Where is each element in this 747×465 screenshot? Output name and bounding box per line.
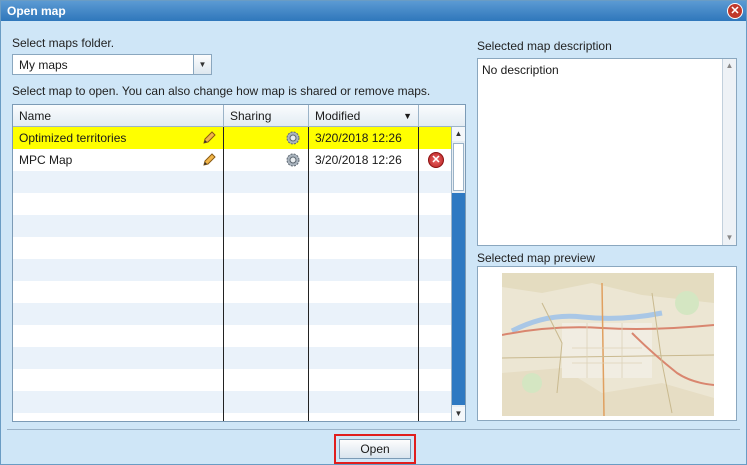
column-name[interactable]: Name bbox=[13, 105, 224, 127]
map-name: Optimized territories bbox=[19, 131, 127, 145]
edit-pencil-icon[interactable] bbox=[201, 130, 217, 146]
empty-row bbox=[13, 391, 451, 413]
description-label: Selected map description bbox=[477, 39, 612, 53]
scroll-down-icon[interactable]: ▼ bbox=[452, 407, 465, 421]
column-sharing-label: Sharing bbox=[230, 109, 272, 123]
empty-row bbox=[13, 303, 451, 325]
table-row[interactable]: MPC Map 3/20/2018 12:26 ✕ bbox=[13, 149, 451, 171]
empty-row bbox=[13, 237, 451, 259]
map-modified: 3/20/2018 12:26 bbox=[315, 131, 402, 145]
column-divider bbox=[223, 127, 224, 421]
edit-pencil-icon[interactable] bbox=[201, 152, 217, 168]
column-divider bbox=[308, 127, 309, 421]
folder-label: Select maps folder. bbox=[12, 36, 115, 50]
open-button[interactable]: Open bbox=[339, 439, 411, 459]
window-title: Open map bbox=[7, 4, 66, 18]
title-bar: Open map ✕ bbox=[1, 1, 746, 21]
column-divider bbox=[418, 127, 419, 421]
table-body: Optimized territories 3/20/2018 12:26 MP… bbox=[13, 127, 451, 421]
scroll-thumb[interactable] bbox=[453, 143, 464, 191]
column-sharing[interactable]: Sharing bbox=[224, 105, 309, 127]
maps-folder-value: My maps bbox=[19, 58, 68, 72]
map-preview-image bbox=[502, 273, 714, 416]
open-map-dialog: Open map ✕ Select maps folder. My maps ▼… bbox=[0, 0, 747, 465]
empty-row bbox=[13, 347, 451, 369]
column-actions bbox=[419, 105, 465, 127]
empty-row bbox=[13, 325, 451, 347]
table-row[interactable]: Optimized territories 3/20/2018 12:26 bbox=[13, 127, 451, 149]
empty-row bbox=[13, 281, 451, 303]
close-icon[interactable]: ✕ bbox=[727, 3, 743, 19]
scroll-up-icon[interactable]: ▲ bbox=[723, 59, 736, 73]
empty-row bbox=[13, 171, 451, 193]
scroll-down-icon[interactable]: ▼ bbox=[723, 231, 736, 245]
empty-row bbox=[13, 369, 451, 391]
instructions-text: Select map to open. You can also change … bbox=[12, 84, 431, 98]
empty-row bbox=[13, 193, 451, 215]
empty-row bbox=[13, 215, 451, 237]
map-modified: 3/20/2018 12:26 bbox=[315, 153, 402, 167]
maps-folder-select[interactable]: My maps ▼ bbox=[12, 54, 212, 75]
scroll-up-icon[interactable]: ▲ bbox=[452, 127, 465, 141]
preview-label: Selected map preview bbox=[477, 251, 596, 265]
map-preview-panel bbox=[477, 266, 737, 421]
description-textarea[interactable]: No description ▲ ▼ bbox=[477, 58, 737, 246]
share-settings-gear-icon[interactable] bbox=[285, 152, 301, 168]
scroll-track[interactable] bbox=[452, 193, 465, 405]
map-name: MPC Map bbox=[19, 153, 73, 167]
chevron-down-icon[interactable]: ▼ bbox=[193, 55, 211, 74]
description-scrollbar[interactable]: ▲ ▼ bbox=[722, 59, 736, 245]
table-scrollbar[interactable]: ▲ ▼ bbox=[451, 127, 465, 421]
open-button-highlight: Open bbox=[334, 434, 416, 464]
description-text: No description bbox=[482, 63, 559, 77]
maps-table: Name Sharing Modified ▼ Optimized territo… bbox=[12, 104, 466, 422]
footer-divider bbox=[7, 429, 740, 430]
column-name-label: Name bbox=[19, 109, 52, 123]
sort-desc-icon: ▼ bbox=[403, 111, 412, 121]
column-modified-label: Modified bbox=[315, 109, 361, 123]
share-settings-gear-icon[interactable] bbox=[285, 130, 301, 146]
empty-row bbox=[13, 259, 451, 281]
table-header: Name Sharing Modified ▼ bbox=[13, 105, 465, 127]
column-modified[interactable]: Modified ▼ bbox=[309, 105, 419, 127]
delete-map-icon[interactable]: ✕ bbox=[428, 152, 444, 168]
